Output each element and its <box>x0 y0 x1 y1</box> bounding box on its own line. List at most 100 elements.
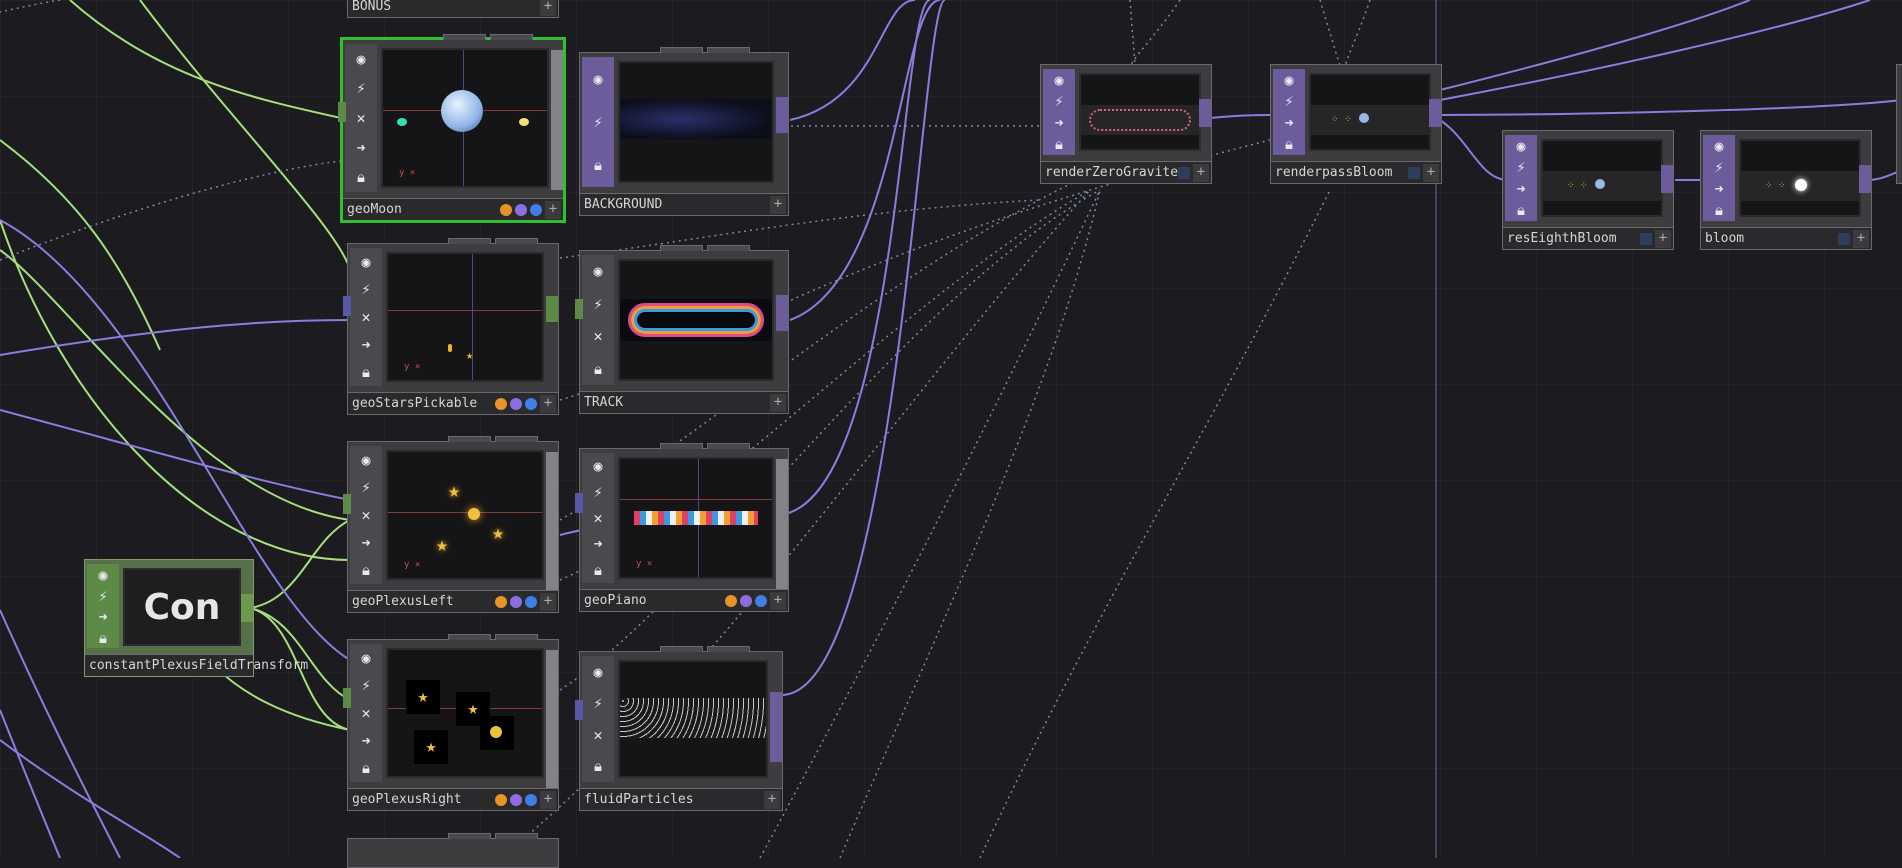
add-icon[interactable]: + <box>1655 230 1671 248</box>
delete-icon[interactable]: ✕ <box>355 506 377 524</box>
add-icon[interactable]: + <box>545 201 561 219</box>
pick-flag-icon[interactable] <box>755 595 767 607</box>
viewer-icon[interactable]: ◉ <box>1708 137 1730 155</box>
display-flag-icon[interactable] <box>510 398 522 410</box>
viewer-toggle-icon[interactable] <box>1640 233 1652 245</box>
add-icon[interactable]: + <box>1853 230 1869 248</box>
bypass-icon[interactable]: ⚡ <box>1510 158 1532 176</box>
input-port[interactable] <box>575 493 583 513</box>
bypass-icon[interactable]: ⚡ <box>587 295 609 313</box>
pick-flag-icon[interactable] <box>525 794 537 806</box>
pick-flag-icon[interactable] <box>530 204 542 216</box>
delete-icon[interactable]: ✕ <box>587 509 609 527</box>
arrow-right-icon[interactable]: ➜ <box>350 139 372 157</box>
viewer-icon[interactable]: ◉ <box>1510 137 1532 155</box>
viewer-icon[interactable]: ◉ <box>355 253 377 271</box>
viewer-icon[interactable]: ◉ <box>92 566 114 584</box>
bypass-icon[interactable]: ⚡ <box>1278 92 1300 110</box>
input-port[interactable] <box>575 700 583 720</box>
arrow-right-icon[interactable]: ➜ <box>1708 180 1730 198</box>
node-track[interactable]: ◉ ⚡ ✕ 🔒︎ TRACK + <box>575 245 789 414</box>
node-geoPiano[interactable]: ◉ ⚡ ✕ ➜ 🔒︎ y × geoPiano + <box>575 443 789 612</box>
delete-icon[interactable]: ✕ <box>587 327 609 345</box>
bypass-icon[interactable]: ⚡ <box>92 587 114 605</box>
lock-icon[interactable]: 🔒︎ <box>92 629 114 647</box>
input-port[interactable] <box>343 494 351 514</box>
delete-icon[interactable]: ✕ <box>355 704 377 722</box>
display-flag-icon[interactable] <box>510 596 522 608</box>
viewer-icon[interactable]: ◉ <box>350 50 372 68</box>
bypass-icon[interactable]: ⚡ <box>350 79 372 97</box>
add-icon[interactable]: + <box>1193 164 1209 182</box>
add-icon[interactable]: + <box>540 791 556 809</box>
node-geoPlexusRight[interactable]: ◉ ⚡ ✕ ➜ 🔒︎ ★ ★ ★ geoPlexusRight + <box>343 634 559 811</box>
bypass-icon[interactable]: ⚡ <box>1708 158 1730 176</box>
lock-icon[interactable]: 🔒︎ <box>587 561 609 579</box>
add-icon[interactable]: + <box>540 0 556 16</box>
viewer-icon[interactable]: ◉ <box>355 649 377 667</box>
lock-icon[interactable]: 🔒︎ <box>587 360 609 378</box>
arrow-right-icon[interactable]: ➜ <box>587 535 609 553</box>
bypass-icon[interactable]: ⚡ <box>355 478 377 496</box>
node-partial-bottom[interactable] <box>347 833 559 868</box>
viewer-icon[interactable]: ◉ <box>587 262 609 280</box>
lock-icon[interactable]: 🔒︎ <box>587 156 609 174</box>
render-flag-icon[interactable] <box>495 794 507 806</box>
lock-icon[interactable]: 🔒︎ <box>350 168 372 186</box>
bypass-icon[interactable]: ⚡ <box>355 280 377 298</box>
viewer-toggle-icon[interactable] <box>1838 233 1850 245</box>
viewer-icon[interactable]: ◉ <box>1048 71 1070 89</box>
input-port[interactable] <box>343 296 351 316</box>
viewer-icon[interactable]: ◉ <box>1278 71 1300 89</box>
delete-icon[interactable]: ✕ <box>355 308 377 326</box>
node-bloom[interactable]: ◉ ⚡ ➜ 🔒︎ ⁘ ⁘ bloom + <box>1700 130 1872 250</box>
arrow-right-icon[interactable]: ➜ <box>92 608 114 626</box>
delete-icon[interactable]: ✕ <box>587 726 609 744</box>
node-geoMoon[interactable]: ◉ ⚡ ✕ ➜ 🔒︎ y × geoMoon + <box>338 34 566 223</box>
arrow-right-icon[interactable]: ➜ <box>355 732 377 750</box>
arrow-right-icon[interactable]: ➜ <box>1048 114 1070 132</box>
node-geoPlexusLeft[interactable]: ◉ ⚡ ✕ ➜ 🔒︎ ★ ★ ★ y × geoPlexusLeft + <box>343 436 559 613</box>
viewer-icon[interactable]: ◉ <box>587 70 609 88</box>
render-flag-icon[interactable] <box>725 595 737 607</box>
add-icon[interactable]: + <box>764 791 780 809</box>
display-flag-icon[interactable] <box>510 794 522 806</box>
render-flag-icon[interactable] <box>500 204 512 216</box>
viewer-icon[interactable]: ◉ <box>587 663 609 681</box>
lock-icon[interactable]: 🔒︎ <box>1510 201 1532 219</box>
viewer-icon[interactable]: ◉ <box>355 451 377 469</box>
bypass-icon[interactable]: ⚡ <box>587 483 609 501</box>
lock-icon[interactable]: 🔒︎ <box>1278 135 1300 153</box>
node-renderpassBloom[interactable]: ◉ ⚡ ➜ 🔒︎ ⁘ ⁘ renderpassBloom + <box>1270 64 1442 184</box>
viewer-toggle-icon[interactable] <box>1178 167 1190 179</box>
node-bonus[interactable]: BONUS + <box>347 0 559 18</box>
add-icon[interactable]: + <box>540 395 556 413</box>
render-flag-icon[interactable] <box>495 398 507 410</box>
node-partial-right[interactable] <box>1896 64 1902 184</box>
arrow-right-icon[interactable]: ➜ <box>355 336 377 354</box>
add-icon[interactable]: + <box>770 394 786 412</box>
add-icon[interactable]: + <box>540 593 556 611</box>
bypass-icon[interactable]: ⚡ <box>355 676 377 694</box>
lock-icon[interactable]: 🔒︎ <box>587 757 609 775</box>
node-geoStarsPickable[interactable]: ◉ ⚡ ✕ ➜ 🔒︎ ★ y × geoStarsPickable + <box>343 238 559 415</box>
node-constantPlexusFieldTransform[interactable]: ◉ ⚡ ➜ 🔒︎ Con constantPlexusFieldTransfor… <box>84 559 308 677</box>
node-renderZeroGravite[interactable]: ◉ ⚡ ➜ 🔒︎ renderZeroGravite + <box>1040 64 1212 184</box>
lock-icon[interactable]: 🔒︎ <box>355 759 377 777</box>
viewer-icon[interactable]: ◉ <box>587 457 609 475</box>
node-fluidParticles[interactable]: ◉ ⚡ ✕ 🔒︎ fluidParticles + <box>575 646 783 811</box>
lock-icon[interactable]: 🔒︎ <box>355 363 377 381</box>
lock-icon[interactable]: 🔒︎ <box>1048 135 1070 153</box>
node-resEighthBloom[interactable]: ◉ ⚡ ➜ 🔒︎ ⁘ ⁘ resEighthBloom + <box>1502 130 1674 250</box>
display-flag-icon[interactable] <box>740 595 752 607</box>
lock-icon[interactable]: 🔒︎ <box>355 561 377 579</box>
lock-icon[interactable]: 🔒︎ <box>1708 201 1730 219</box>
bypass-icon[interactable]: ⚡ <box>587 694 609 712</box>
input-port[interactable] <box>338 102 346 122</box>
render-flag-icon[interactable] <box>495 596 507 608</box>
add-icon[interactable]: + <box>770 592 786 610</box>
pick-flag-icon[interactable] <box>525 596 537 608</box>
viewer-toggle-icon[interactable] <box>1408 167 1420 179</box>
arrow-right-icon[interactable]: ➜ <box>355 534 377 552</box>
display-flag-icon[interactable] <box>515 204 527 216</box>
